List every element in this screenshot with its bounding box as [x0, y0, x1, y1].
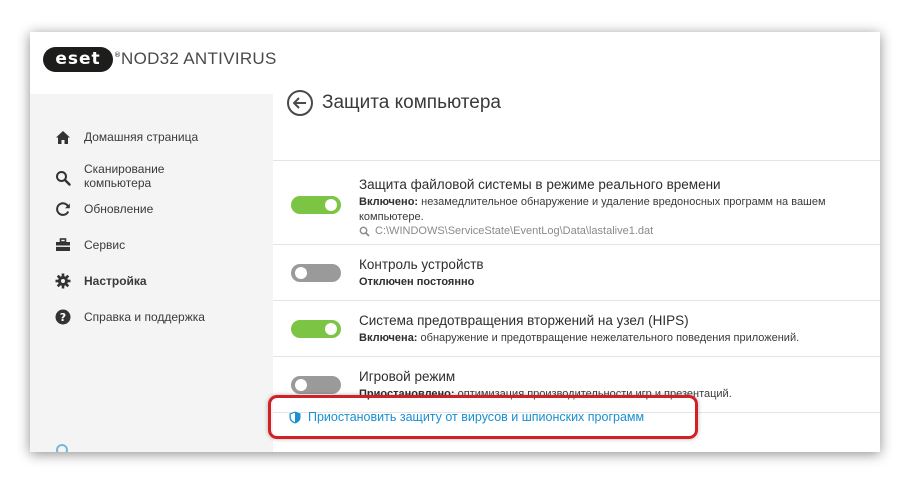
realtime-protection-toggle[interactable]	[291, 196, 341, 214]
sidebar-item-label: Обновление	[84, 202, 154, 216]
hips-toggle[interactable]	[291, 320, 341, 338]
setting-description: Включено: незамедлительное обнаружение и…	[359, 195, 859, 225]
sidebar-item-scan[interactable]: Сканирование компьютера	[30, 160, 273, 192]
path-text: C:\WINDOWS\ServiceState\EventLog\Data\la…	[375, 225, 654, 237]
gamer-mode-toggle[interactable]	[291, 376, 341, 394]
back-button[interactable]	[287, 90, 313, 116]
page-title: Защита компьютера	[322, 92, 501, 113]
setting-title[interactable]: Система предотвращения вторжений на узел…	[359, 313, 689, 328]
sidebar-item-label: Домашняя страница	[84, 130, 199, 144]
setting-row-hips: Система предотвращения вторжений на узел…	[273, 300, 880, 357]
shield-icon	[289, 411, 301, 423]
sidebar-item-home[interactable]: Домашняя страница	[30, 128, 273, 146]
sidebar-item-label: Сервис	[84, 238, 126, 252]
setting-row-device-control: Контроль устройств Отключен постоянно	[273, 244, 880, 301]
sidebar-item-setup[interactable]: Настройка	[30, 272, 273, 290]
setting-title[interactable]: Контроль устройств	[359, 257, 484, 272]
eset-logo: eset ®	[43, 47, 121, 72]
app-window: eset ® NOD32 ANTIVIRUS Домашняя страница…	[30, 32, 880, 452]
setting-description: Отключен постоянно	[359, 275, 859, 290]
refresh-icon	[54, 200, 72, 218]
arrow-left-icon	[293, 97, 306, 109]
search-icon	[359, 226, 370, 237]
pause-link-label: Приостановить защиту от вирусов и шпионс…	[308, 410, 645, 424]
setting-title[interactable]: Игровой режим	[359, 369, 455, 384]
setting-desc-text: обнаружение и предотвращение нежелательн…	[417, 332, 800, 344]
pause-protection-link[interactable]: Приостановить защиту от вирусов и шпионс…	[289, 410, 644, 424]
help-icon: ?	[54, 308, 72, 326]
title-bar: eset ® NOD32 ANTIVIRUS	[30, 32, 880, 94]
device-control-toggle[interactable]	[291, 264, 341, 282]
footer-icon	[56, 444, 68, 452]
setting-state: Включено:	[359, 196, 419, 208]
setting-state: Отключен постоянно	[359, 276, 475, 288]
setting-desc-text: незамедлительное обнаружение и удаление …	[359, 196, 826, 223]
sidebar-item-label: Справка и поддержка	[84, 310, 205, 324]
sidebar-item-help[interactable]: ? Справка и поддержка	[30, 308, 273, 326]
setting-title[interactable]: Защита файловой системы в режиме реально…	[359, 177, 721, 192]
setting-state: Включена:	[359, 332, 418, 344]
home-icon	[54, 128, 72, 146]
logo-text: eset	[55, 49, 101, 69]
sidebar: Домашняя страница Сканирование компьютер…	[30, 94, 273, 452]
setting-row-realtime: Защита файловой системы в режиме реально…	[273, 160, 880, 245]
gear-icon	[54, 272, 72, 290]
main-panel: Защита компьютера Защита файловой систем…	[268, 90, 880, 452]
scanned-file-path: C:\WINDOWS\ServiceState\EventLog\Data\la…	[359, 225, 653, 237]
sidebar-item-label: Сканирование компьютера	[84, 162, 165, 190]
page-header: Защита компьютера	[273, 90, 880, 161]
sidebar-item-tools[interactable]: Сервис	[30, 236, 273, 254]
sidebar-item-label: Настройка	[84, 274, 147, 288]
svg-text:?: ?	[60, 311, 66, 324]
sidebar-item-update[interactable]: Обновление	[30, 200, 273, 218]
setting-description: Включена: обнаружение и предотвращение н…	[359, 331, 859, 346]
product-name: NOD32 ANTIVIRUS	[121, 49, 277, 68]
search-icon	[54, 169, 72, 187]
toolbox-icon	[54, 236, 72, 254]
